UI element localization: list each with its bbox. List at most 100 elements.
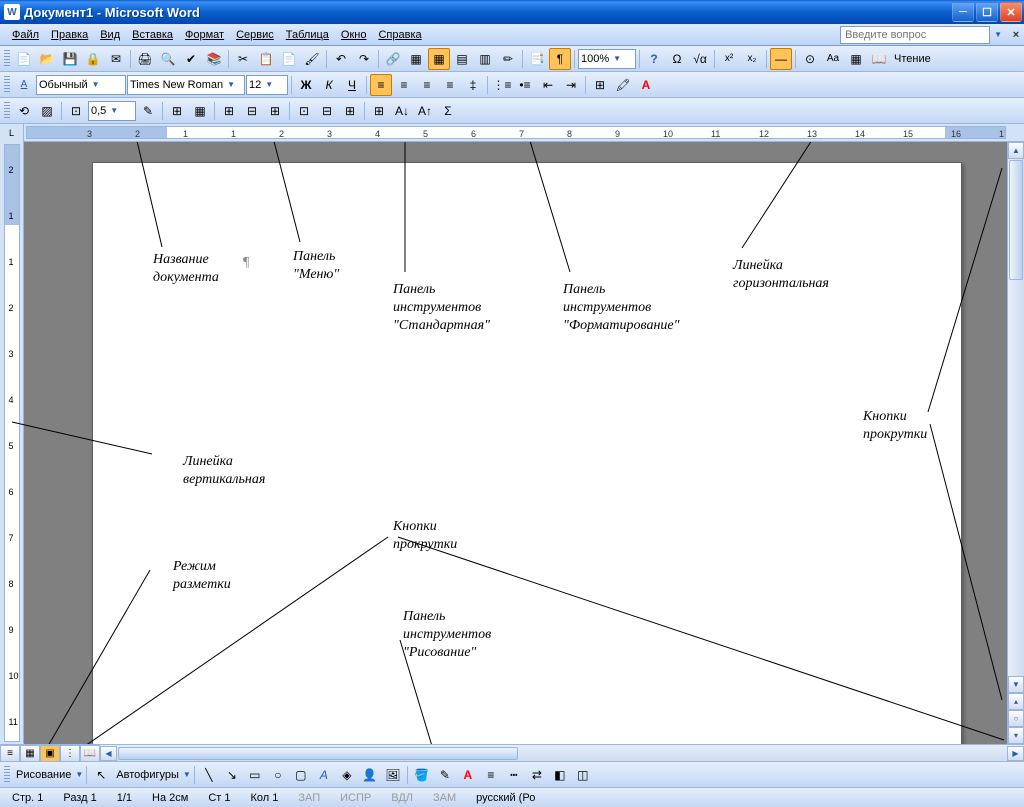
wordart-button[interactable]: A: [313, 764, 335, 786]
autoshapes-arrow-icon[interactable]: ▼: [183, 770, 191, 779]
shadow-button[interactable]: ◧: [549, 764, 571, 786]
highlight-yellow-button[interactable]: —: [770, 48, 792, 70]
horizontal-ruler[interactable]: 3211234567891011121314151617: [26, 126, 1006, 139]
menu-edit[interactable]: Правка: [45, 27, 94, 43]
rectangle-button[interactable]: ▭: [244, 764, 266, 786]
new-doc-button[interactable]: 📄: [13, 48, 35, 70]
scroll-down-button[interactable]: ▼: [1008, 676, 1024, 693]
ruler-corner[interactable]: L: [0, 124, 24, 142]
paste-button[interactable]: 📄: [278, 48, 300, 70]
smart-tag-button[interactable]: ⊙: [799, 48, 821, 70]
format-painter-button[interactable]: 🖌: [301, 48, 323, 70]
decrease-indent-button[interactable]: ⇤: [537, 74, 559, 96]
font-color-button[interactable]: A: [635, 74, 657, 96]
align-right-button[interactable]: ≡: [416, 74, 438, 96]
insert-excel-button[interactable]: ▤: [451, 48, 473, 70]
thumbnails-button[interactable]: ▦: [845, 48, 867, 70]
pen-color-button[interactable]: ✎: [137, 100, 159, 122]
menu-view[interactable]: Вид: [94, 27, 126, 43]
vertical-ruler[interactable]: 211234567891011: [4, 144, 20, 742]
bold-button[interactable]: Ж: [295, 74, 317, 96]
arrow-style-button[interactable]: ⇄: [526, 764, 548, 786]
border-style-button[interactable]: ⊡: [65, 100, 87, 122]
research-button[interactable]: 📚: [203, 48, 225, 70]
scroll-thumb-v[interactable]: [1009, 160, 1023, 280]
print-button[interactable]: 🖨: [134, 48, 156, 70]
autosum-button[interactable]: Σ: [437, 100, 459, 122]
sort-asc-button[interactable]: A↓: [391, 100, 413, 122]
style-combo[interactable]: Обычный▼: [36, 75, 126, 95]
clipart-button[interactable]: 👤: [359, 764, 381, 786]
sort-desc-button[interactable]: A↑: [414, 100, 436, 122]
highlight-button[interactable]: 🖍: [612, 74, 634, 96]
align-left-button[interactable]: ≡: [370, 74, 392, 96]
reading-view-button[interactable]: 📖: [80, 745, 100, 762]
print-preview-button[interactable]: 🔍: [157, 48, 179, 70]
outline-view-button[interactable]: ⋮: [60, 745, 80, 762]
insert-table-button[interactable]: ▦: [428, 48, 450, 70]
scroll-track-v[interactable]: [1008, 281, 1024, 676]
page[interactable]: ¶ Названиедокумента Панель"Меню" Панельи…: [92, 162, 962, 744]
menu-table[interactable]: Таблица: [280, 27, 335, 43]
distribute-cols-button[interactable]: ⊞: [339, 100, 361, 122]
redo-button[interactable]: ↷: [353, 48, 375, 70]
menu-window[interactable]: Окно: [335, 27, 373, 43]
drawing-menu[interactable]: Рисование: [13, 769, 74, 781]
font-color-draw-button[interactable]: A: [457, 764, 479, 786]
drawing-menu-arrow-icon[interactable]: ▼: [75, 770, 83, 779]
subscript-button[interactable]: x₂: [741, 48, 763, 70]
ask-question-input[interactable]: [840, 26, 990, 44]
align-justify-button[interactable]: ≡: [439, 74, 461, 96]
bullets-button[interactable]: •≡: [514, 74, 536, 96]
tables-borders-button[interactable]: ▦: [405, 48, 427, 70]
scroll-thumb-h[interactable]: [118, 747, 518, 760]
next-page-button[interactable]: ▾: [1008, 727, 1024, 744]
arrow-button[interactable]: ↘: [221, 764, 243, 786]
maximize-button[interactable]: ☐: [976, 2, 998, 22]
styles-pane-button[interactable]: A: [13, 74, 35, 96]
drawing-button[interactable]: ✏: [497, 48, 519, 70]
permissions-button[interactable]: 🔒: [82, 48, 104, 70]
hyperlink-button[interactable]: 🔗: [382, 48, 404, 70]
picture-button[interactable]: 🖼: [382, 764, 404, 786]
menu-file[interactable]: Файл: [6, 27, 45, 43]
oval-button[interactable]: ○: [267, 764, 289, 786]
toolbar-grip[interactable]: [4, 102, 10, 120]
border-width-combo[interactable]: 0,5▼: [88, 101, 136, 121]
show-marks-button[interactable]: ¶: [549, 48, 571, 70]
ask-dropdown-icon[interactable]: ▼: [994, 30, 1002, 39]
menu-insert[interactable]: Вставка: [126, 27, 179, 43]
sqrt-button[interactable]: √α: [689, 48, 711, 70]
horizontal-scrollbar[interactable]: ◀ ▶: [100, 745, 1024, 761]
align-center-button[interactable]: ≡: [393, 74, 415, 96]
autoformat-button[interactable]: ⊞: [368, 100, 390, 122]
3d-button[interactable]: ◫: [572, 764, 594, 786]
doc-close-button[interactable]: ×: [1008, 27, 1024, 43]
line-spacing-button[interactable]: ‡: [462, 74, 484, 96]
vertical-scrollbar[interactable]: ▲ ▼ ▴ ○ ▾: [1007, 142, 1024, 744]
font-size-combo[interactable]: 12▼: [246, 75, 288, 95]
menu-format[interactable]: Формат: [179, 27, 230, 43]
mail-button[interactable]: ✉: [105, 48, 127, 70]
fill-button[interactable]: ▦: [189, 100, 211, 122]
select-objects-button[interactable]: ↖: [90, 764, 112, 786]
underline-button[interactable]: Ч: [341, 74, 363, 96]
reading-label[interactable]: Чтение: [891, 53, 934, 65]
menu-help[interactable]: Справка: [372, 27, 427, 43]
prev-page-button[interactable]: ▴: [1008, 693, 1024, 710]
toolbar-grip[interactable]: [4, 50, 10, 68]
case-button[interactable]: Aa: [822, 48, 844, 70]
scroll-left-button[interactable]: ◀: [100, 746, 117, 761]
save-button[interactable]: 💾: [59, 48, 81, 70]
font-combo[interactable]: Times New Roman▼: [127, 75, 245, 95]
doc-map-button[interactable]: 📑: [526, 48, 548, 70]
scroll-up-button[interactable]: ▲: [1008, 142, 1024, 159]
help-button[interactable]: ?: [643, 48, 665, 70]
numbering-button[interactable]: ⋮≡: [491, 74, 513, 96]
normal-view-button[interactable]: ≡: [0, 745, 20, 762]
omega-button[interactable]: Ω: [666, 48, 688, 70]
print-layout-button[interactable]: ▣: [40, 745, 60, 762]
menu-tools[interactable]: Сервис: [230, 27, 280, 43]
fill-color-button[interactable]: 🪣: [411, 764, 433, 786]
ask-question-box[interactable]: [840, 26, 990, 44]
